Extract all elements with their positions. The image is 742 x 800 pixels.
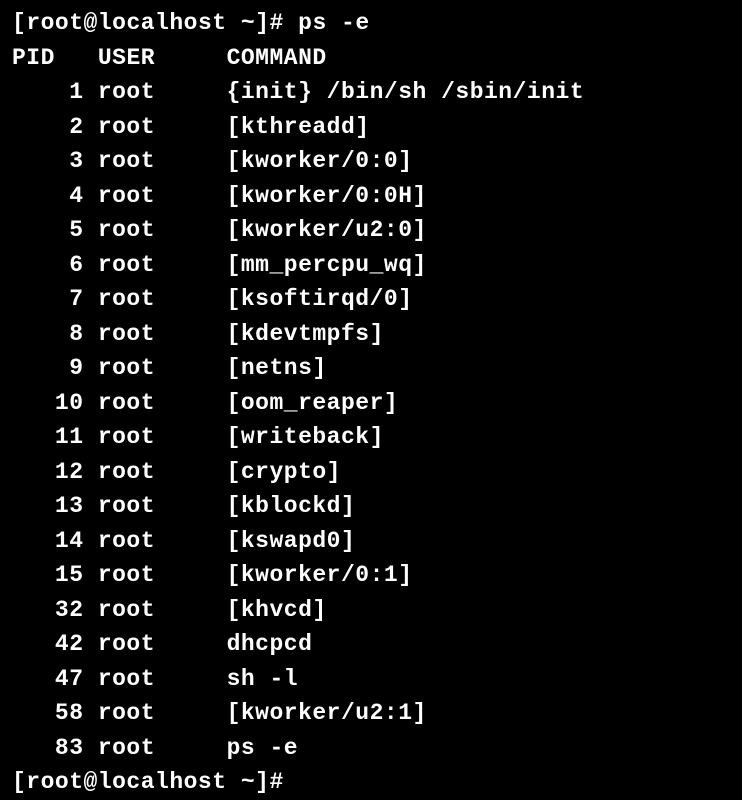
- process-pid: 47: [12, 666, 84, 692]
- header-command: COMMAND: [227, 45, 327, 71]
- process-list: 1 root {init} /bin/sh /sbin/init 2 root …: [12, 75, 730, 765]
- process-command: [kworker/u2:0]: [227, 217, 427, 243]
- process-user: root: [98, 390, 155, 416]
- process-pid: 2: [12, 114, 84, 140]
- process-user: root: [98, 355, 155, 381]
- process-row: 10 root [oom_reaper]: [12, 386, 730, 421]
- prompt-host: localhost: [98, 10, 227, 36]
- process-user: root: [98, 252, 155, 278]
- process-row: 58 root [kworker/u2:1]: [12, 696, 730, 731]
- process-user: root: [98, 286, 155, 312]
- process-command: ps -e: [227, 735, 299, 761]
- process-user: root: [98, 666, 155, 692]
- process-pid: 11: [12, 424, 84, 450]
- process-row: 7 root [ksoftirqd/0]: [12, 282, 730, 317]
- process-pid: 14: [12, 528, 84, 554]
- process-row: 12 root [crypto]: [12, 455, 730, 490]
- process-user: root: [98, 700, 155, 726]
- prompt-symbol: #: [270, 10, 284, 36]
- process-user: root: [98, 183, 155, 209]
- process-command: [kworker/0:0]: [227, 148, 413, 174]
- terminal-output[interactable]: [root@localhost ~]# ps -e PID USER COMMA…: [12, 6, 730, 800]
- process-command: [writeback]: [227, 424, 384, 450]
- process-row: 4 root [kworker/0:0H]: [12, 179, 730, 214]
- process-command: [khvcd]: [227, 597, 327, 623]
- process-pid: 6: [12, 252, 84, 278]
- process-row: 9 root [netns]: [12, 351, 730, 386]
- process-pid: 12: [12, 459, 84, 485]
- process-row: 8 root [kdevtmpfs]: [12, 317, 730, 352]
- process-command: [kworker/0:0H]: [227, 183, 427, 209]
- process-row: 15 root [kworker/0:1]: [12, 558, 730, 593]
- process-command: [netns]: [227, 355, 327, 381]
- process-command: [oom_reaper]: [227, 390, 399, 416]
- process-pid: 42: [12, 631, 84, 657]
- process-row: 2 root [kthreadd]: [12, 110, 730, 145]
- process-command: [kworker/u2:1]: [227, 700, 427, 726]
- ps-header-row: PID USER COMMAND: [12, 41, 730, 76]
- process-row: 83 root ps -e: [12, 731, 730, 766]
- process-pid: 5: [12, 217, 84, 243]
- process-user: root: [98, 631, 155, 657]
- process-user: root: [98, 79, 155, 105]
- process-user: root: [98, 528, 155, 554]
- process-command: [kthreadd]: [227, 114, 370, 140]
- process-pid: 13: [12, 493, 84, 519]
- process-command: [ksoftirqd/0]: [227, 286, 413, 312]
- process-pid: 58: [12, 700, 84, 726]
- process-row: 6 root [mm_percpu_wq]: [12, 248, 730, 283]
- process-pid: 3: [12, 148, 84, 174]
- process-user: root: [98, 424, 155, 450]
- header-pid: PID: [12, 45, 55, 71]
- process-row: 1 root {init} /bin/sh /sbin/init: [12, 75, 730, 110]
- process-command: [kswapd0]: [227, 528, 356, 554]
- process-user: root: [98, 493, 155, 519]
- process-pid: 9: [12, 355, 84, 381]
- process-pid: 15: [12, 562, 84, 588]
- process-pid: 8: [12, 321, 84, 347]
- process-pid: 7: [12, 286, 84, 312]
- process-command: dhcpcd: [227, 631, 313, 657]
- process-command: {init} /bin/sh /sbin/init: [227, 79, 585, 105]
- process-user: root: [98, 148, 155, 174]
- process-pid: 32: [12, 597, 84, 623]
- header-user: USER: [98, 45, 155, 71]
- process-user: root: [98, 562, 155, 588]
- process-user: root: [98, 114, 155, 140]
- process-row: 11 root [writeback]: [12, 420, 730, 455]
- process-row: 32 root [khvcd]: [12, 593, 730, 628]
- process-command: [mm_percpu_wq]: [227, 252, 427, 278]
- process-row: 5 root [kworker/u2:0]: [12, 213, 730, 248]
- process-pid: 10: [12, 390, 84, 416]
- process-command: [crypto]: [227, 459, 341, 485]
- prompt-cwd: ~: [241, 10, 255, 36]
- process-user: root: [98, 217, 155, 243]
- entered-command: ps -e: [298, 10, 370, 36]
- process-row: 47 root sh -l: [12, 662, 730, 697]
- process-pid: 83: [12, 735, 84, 761]
- process-user: root: [98, 459, 155, 485]
- process-row: 3 root [kworker/0:0]: [12, 144, 730, 179]
- process-pid: 4: [12, 183, 84, 209]
- process-command: [kblockd]: [227, 493, 356, 519]
- process-user: root: [98, 597, 155, 623]
- process-row: 14 root [kswapd0]: [12, 524, 730, 559]
- process-user: root: [98, 735, 155, 761]
- prompt-user: root: [26, 10, 83, 36]
- shell-prompt-command: [root@localhost ~]# ps -e: [12, 6, 730, 41]
- prompt-after-text: [root@localhost ~]#: [12, 769, 298, 795]
- process-user: root: [98, 321, 155, 347]
- process-command: [kdevtmpfs]: [227, 321, 384, 347]
- shell-prompt-after[interactable]: [root@localhost ~]#: [12, 765, 730, 800]
- process-command: [kworker/0:1]: [227, 562, 413, 588]
- process-row: 42 root dhcpcd: [12, 627, 730, 662]
- process-command: sh -l: [227, 666, 299, 692]
- process-pid: 1: [12, 79, 84, 105]
- process-row: 13 root [kblockd]: [12, 489, 730, 524]
